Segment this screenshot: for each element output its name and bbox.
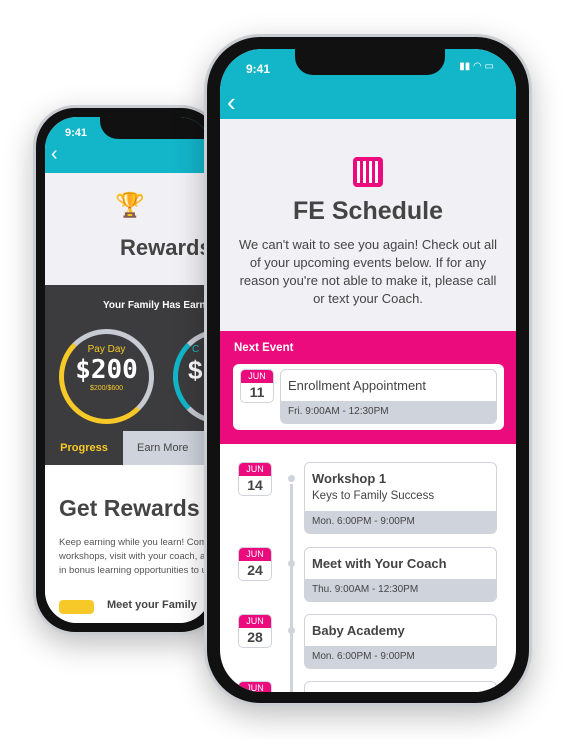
gauge-amount: $200 [75, 355, 138, 385]
event-card[interactable]: Meet with Your Coach Thu. 9:00AM - 12:30… [304, 547, 497, 602]
gauge-sub: $200/$600 [89, 385, 124, 392]
pay-day-gauge: Pay Day $200 $200/$600 [59, 329, 154, 424]
status-time: 9:41 [246, 62, 271, 76]
date-day: 14 [247, 477, 263, 493]
reward-badge [59, 600, 94, 614]
rewards-hero: 🏆 Rewards [45, 173, 211, 285]
rewards-body: Get Rewards Keep earning while you learn… [45, 465, 211, 623]
event-card[interactable]: Baby Academy Mon. 6:00PM - 9:00PM [304, 614, 497, 669]
date-day: 11 [249, 384, 265, 400]
date-month: JUN [241, 370, 273, 383]
trophy-icon: 🏆 [115, 192, 145, 219]
page-title: Rewards [120, 235, 211, 260]
event-card[interactable]: Workshop 1 Keys to Family Success Mon. 6… [304, 462, 497, 534]
calendar-icon [353, 157, 383, 187]
date-day: 24 [247, 562, 263, 578]
schedule-hero: FE Schedule We can't wait to see you aga… [220, 119, 516, 331]
event-card[interactable]: Enrollment Appointment Fri. 9:00AM - 12:… [280, 369, 497, 424]
event-subtitle: Keys to Family Success [312, 490, 435, 502]
date-month: JUN [239, 548, 271, 561]
date-badge: JUN [238, 681, 272, 692]
intro-text: We can't wait to see you again! Check ou… [238, 237, 498, 306]
event-card[interactable] [304, 681, 497, 692]
date-badge: JUN 11 [240, 369, 274, 403]
events-list: JUN 14 Workshop 1 Keys to Family Success … [220, 444, 516, 692]
next-event-card[interactable]: JUN 11 Enrollment Appointment Fri. 9:00AM… [233, 364, 504, 430]
tab-progress[interactable]: Progress [45, 431, 123, 465]
schedule-phone: 9:41 ▮▮ ◠ ▭ ‹ FE Schedule We can't wait … [204, 34, 532, 706]
timeline-line [290, 484, 293, 692]
timeline-dot [288, 627, 295, 634]
event-title: Baby Academy [312, 623, 405, 638]
timeline-dot [288, 560, 295, 567]
back-arrow-icon[interactable]: ‹ [227, 87, 236, 118]
status-time: 9:41 [65, 127, 88, 139]
event-time: Fri. 9:00AM - 12:30PM [281, 401, 496, 423]
event-time: Mon. 6:00PM - 9:00PM [305, 511, 496, 533]
event-time: Thu. 9:00AM - 12:30PM [305, 579, 496, 601]
page-title: FE Schedule [292, 197, 444, 225]
status-icons: ▮▮ ◠ ▭ [459, 61, 494, 72]
timeline-dot [288, 475, 295, 482]
rewards-screen: 9:41 ‹ 🏆 Rewards Your Family Has Earned … [45, 117, 211, 623]
rewards-phone: 9:41 ‹ 🏆 Rewards Your Family Has Earned … [33, 105, 223, 635]
gauge-label: Pay Day [87, 344, 126, 355]
notch [295, 49, 445, 75]
earnings-panel: Your Family Has Earned Pay Day $200 $200… [45, 285, 211, 431]
schedule-screen: 9:41 ▮▮ ◠ ▭ ‹ FE Schedule We can't wait … [220, 49, 516, 692]
earned-heading: Your Family Has Earned [103, 300, 211, 311]
date-day: 28 [247, 629, 263, 645]
date-month: JUN [239, 615, 271, 628]
event-time: Mon. 6:00PM - 9:00PM [305, 646, 496, 668]
date-badge: JUN 28 [238, 614, 272, 648]
date-badge: JUN 24 [238, 547, 272, 581]
tab-earn-more[interactable]: Earn More [123, 431, 211, 465]
reward-item[interactable]: Meet your Family [107, 599, 197, 611]
date-badge: JUN 14 [238, 462, 272, 496]
date-month: JUN [239, 463, 271, 476]
tabs: Progress Earn More [45, 431, 211, 465]
event-title: Workshop 1 [312, 471, 387, 486]
event-title: Meet with Your Coach [312, 556, 447, 571]
next-event-section: Next Event JUN 11 Enrollment Appointment … [220, 331, 516, 444]
event-title: Enrollment Appointment [288, 378, 427, 393]
section-text: Keep earning while you learn! Complete w… [59, 537, 211, 576]
section-heading: Get Rewards [59, 495, 200, 521]
next-event-label: Next Event [234, 342, 294, 354]
date-month: JUN [239, 682, 271, 692]
notch [100, 117, 211, 139]
back-arrow-icon[interactable]: ‹ [51, 143, 58, 166]
